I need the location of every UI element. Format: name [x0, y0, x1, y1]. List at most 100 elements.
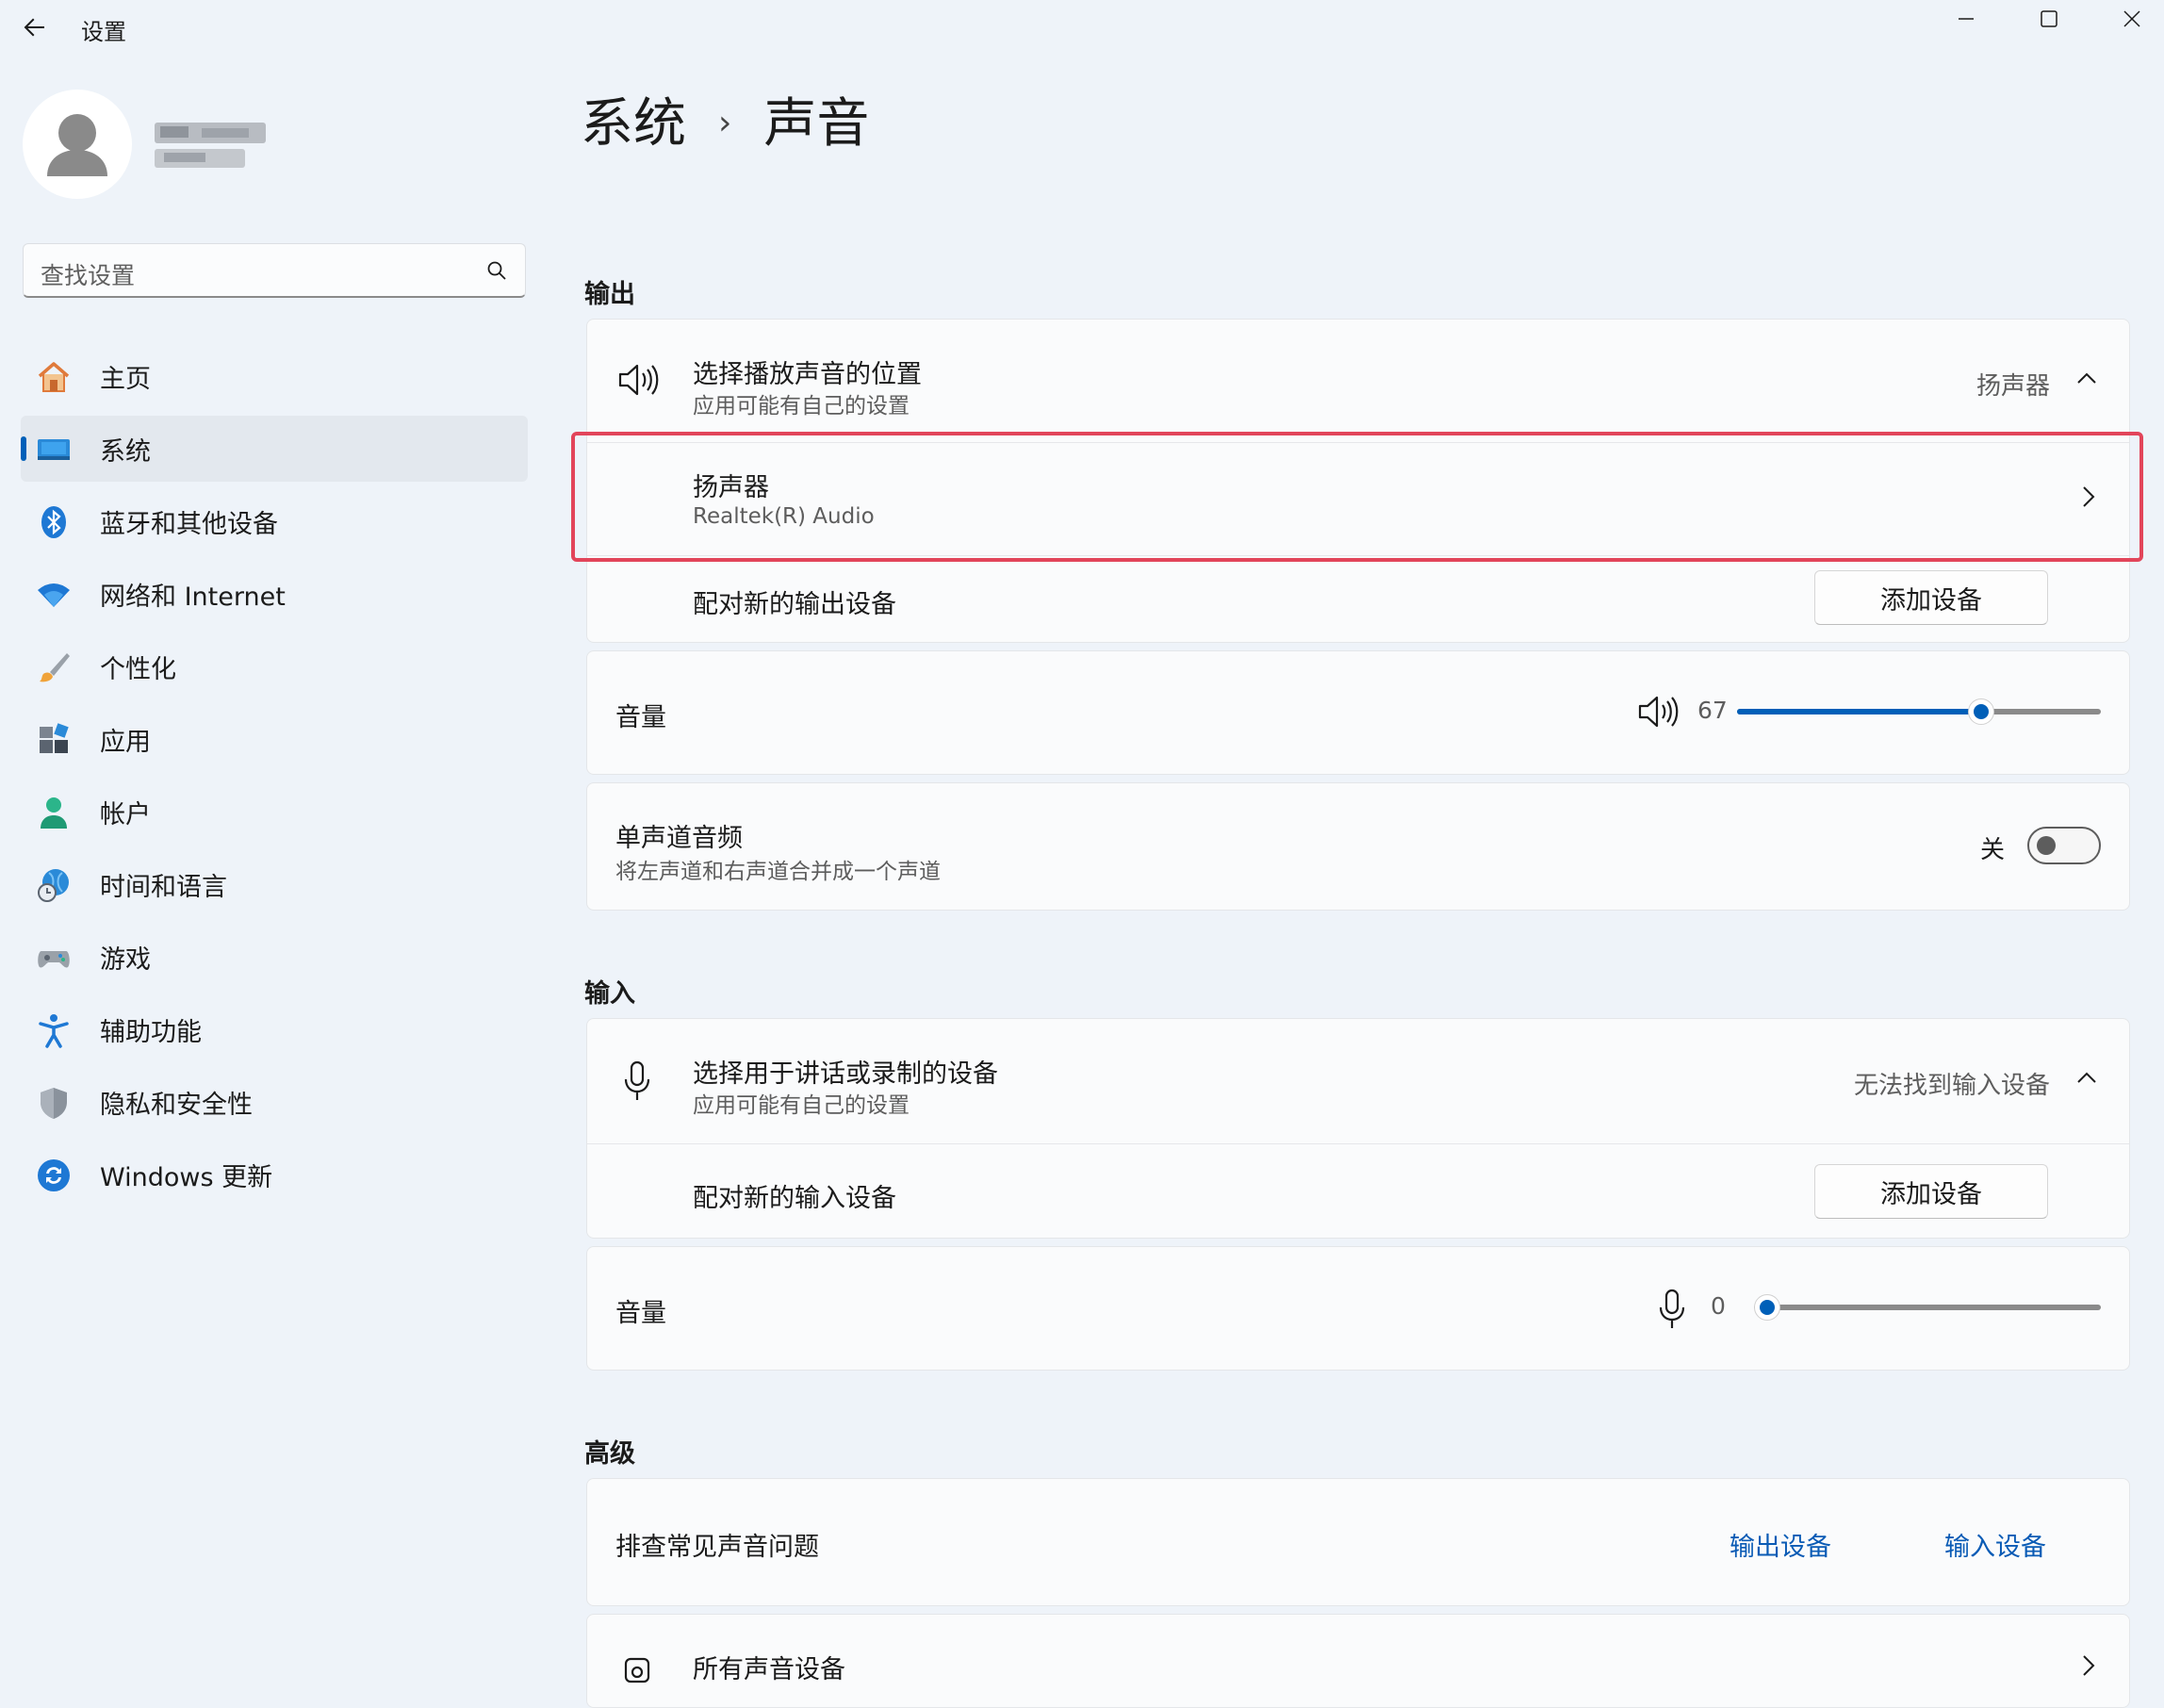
sidebar-item-label: Windows 更新	[100, 1162, 273, 1192]
back-arrow-icon[interactable]	[21, 13, 49, 41]
breadcrumb-parent[interactable]: 系统	[581, 93, 686, 155]
input-volume-value: 0	[1711, 1292, 1726, 1320]
input-volume-slider[interactable]	[1754, 1294, 2101, 1321]
sidebar-item-label: 帐户	[100, 799, 151, 829]
breadcrumb: 系统 › 声音	[581, 81, 869, 157]
output-section-heading: 输出	[584, 280, 635, 309]
slider-fill	[1737, 709, 1981, 714]
search-placeholder: 查找设置	[41, 262, 136, 289]
sidebar-item-label: 应用	[100, 727, 151, 757]
sidebar-item-windows-update[interactable]: Windows 更新	[21, 1141, 528, 1207]
chevron-up-icon[interactable]	[2076, 370, 2097, 386]
input-volume-label: 音量	[615, 1299, 666, 1328]
window-title: 设置	[81, 19, 126, 45]
slider-thumb[interactable]	[1968, 698, 1994, 725]
slider-track	[1754, 1305, 2101, 1310]
sidebar-item-label: 个性化	[100, 654, 176, 684]
mono-toggle-state: 关	[1980, 836, 2006, 864]
sidebar-item-gaming[interactable]: 游戏	[21, 924, 528, 990]
shield-icon	[41, 1088, 67, 1119]
active-indicator	[21, 436, 26, 461]
sidebar-item-home[interactable]: 主页	[21, 343, 528, 409]
output-choose-title: 选择播放声音的位置	[693, 360, 922, 389]
speaker-icon	[618, 364, 659, 396]
sidebar-item-label: 时间和语言	[100, 872, 227, 902]
avatar[interactable]	[23, 90, 132, 199]
sidebar-item-time-language[interactable]: 时间和语言	[21, 851, 528, 917]
sidebar-item-label: 蓝牙和其他设备	[100, 509, 278, 539]
close-icon	[2123, 10, 2140, 27]
bluetooth-icon	[41, 506, 66, 538]
close-button[interactable]	[2098, 0, 2164, 38]
minimize-button[interactable]	[1932, 0, 2000, 38]
sidebar-item-label: 游戏	[100, 944, 151, 975]
sidebar-item-privacy[interactable]: 隐私和安全性	[21, 1069, 528, 1135]
mono-audio-toggle[interactable]	[2027, 827, 2101, 864]
advanced-section-heading: 高级	[584, 1439, 635, 1469]
sidebar-item-apps[interactable]: 应用	[21, 706, 528, 772]
home-icon	[38, 362, 70, 392]
pair-input-label: 配对新的输入设备	[693, 1184, 896, 1213]
sidebar-item-label: 隐私和安全性	[100, 1090, 253, 1120]
chevron-up-icon[interactable]	[2076, 1070, 2097, 1085]
troubleshoot-label: 排查常见声音问题	[615, 1533, 819, 1562]
sidebar-item-accounts[interactable]: 帐户	[21, 779, 528, 845]
sidebar-item-label: 辅助功能	[100, 1017, 202, 1047]
chevron-right-icon	[2083, 1655, 2095, 1676]
input-choose-subtitle: 应用可能有自己的设置	[693, 1093, 910, 1118]
microphone-volume-icon[interactable]	[1658, 1289, 1686, 1330]
output-volume-label: 音量	[615, 703, 666, 732]
toggle-knob	[2037, 836, 2056, 855]
maximize-button[interactable]	[2015, 0, 2083, 38]
speaker-volume-icon[interactable]	[1637, 693, 1679, 731]
sound-device-icon	[624, 1657, 650, 1683]
slider-thumb[interactable]	[1754, 1294, 1780, 1321]
add-input-device-button[interactable]: 添加设备	[1814, 1164, 2048, 1219]
sidebar-item-label: 网络和 Internet	[100, 582, 286, 612]
system-icon	[38, 439, 70, 460]
sidebar-item-accessibility[interactable]: 辅助功能	[21, 996, 528, 1062]
output-device-expander[interactable]: 选择播放声音的位置 应用可能有自己的设置 扬声器	[587, 320, 2129, 440]
account-icon	[41, 797, 67, 829]
globe-clock-icon	[38, 869, 69, 902]
sidebar-item-bluetooth[interactable]: 蓝牙和其他设备	[21, 488, 528, 554]
sidebar-item-label: 主页	[100, 364, 151, 394]
input-section-heading: 输入	[584, 979, 635, 1009]
all-sound-devices-label: 所有声音设备	[693, 1655, 845, 1684]
page-title: 声音	[763, 93, 870, 155]
breadcrumb-separator: ›	[718, 104, 732, 142]
input-device-card: 选择用于讲话或录制的设备 应用可能有自己的设置 无法找到输入设备 配对新的输入设…	[586, 1018, 2130, 1239]
all-sound-devices-row[interactable]: 所有声音设备	[586, 1614, 2130, 1708]
output-choose-subtitle: 应用可能有自己的设置	[693, 394, 910, 419]
update-icon	[38, 1159, 70, 1191]
mono-audio-title: 单声道音频	[615, 824, 743, 853]
pair-output-label: 配对新的输出设备	[693, 590, 896, 619]
input-volume-card: 音量 0	[586, 1246, 2130, 1371]
brush-icon	[40, 653, 70, 682]
highlight-box	[571, 432, 2143, 562]
troubleshoot-input-link[interactable]: 输入设备	[1944, 1526, 2046, 1563]
add-output-device-button[interactable]: 添加设备	[1814, 570, 2048, 625]
user-avatar-icon	[47, 114, 107, 176]
wifi-icon	[38, 583, 70, 607]
accessibility-icon	[39, 1014, 69, 1048]
mono-audio-card: 单声道音频 将左声道和右声道合并成一个声道 关	[586, 782, 2130, 911]
user-info-blurred	[155, 123, 266, 168]
gamepad-icon	[38, 951, 70, 968]
sidebar-item-system[interactable]: 系统	[21, 416, 528, 482]
troubleshoot-output-link[interactable]: 输出设备	[1730, 1526, 1831, 1563]
sidebar-item-label: 系统	[100, 436, 151, 467]
sidebar-item-network[interactable]: 网络和 Internet	[21, 561, 528, 627]
divider	[587, 1143, 2129, 1144]
output-volume-card: 音量 67	[586, 650, 2130, 775]
troubleshoot-card: 排查常见声音问题 输出设备 输入设备	[586, 1478, 2130, 1606]
input-choose-title: 选择用于讲话或录制的设备	[693, 1059, 998, 1089]
search-icon[interactable]	[485, 259, 508, 282]
sidebar-item-personalization[interactable]: 个性化	[21, 633, 528, 699]
search-input[interactable]: 查找设置	[23, 243, 526, 298]
input-device-expander[interactable]: 选择用于讲话或录制的设备 应用可能有自己的设置 无法找到输入设备	[587, 1019, 2129, 1141]
minimize-icon	[1959, 18, 1974, 20]
output-volume-value: 67	[1697, 697, 1728, 724]
output-volume-slider[interactable]	[1737, 698, 2101, 725]
mono-audio-subtitle: 将左声道和右声道合并成一个声道	[615, 860, 941, 884]
